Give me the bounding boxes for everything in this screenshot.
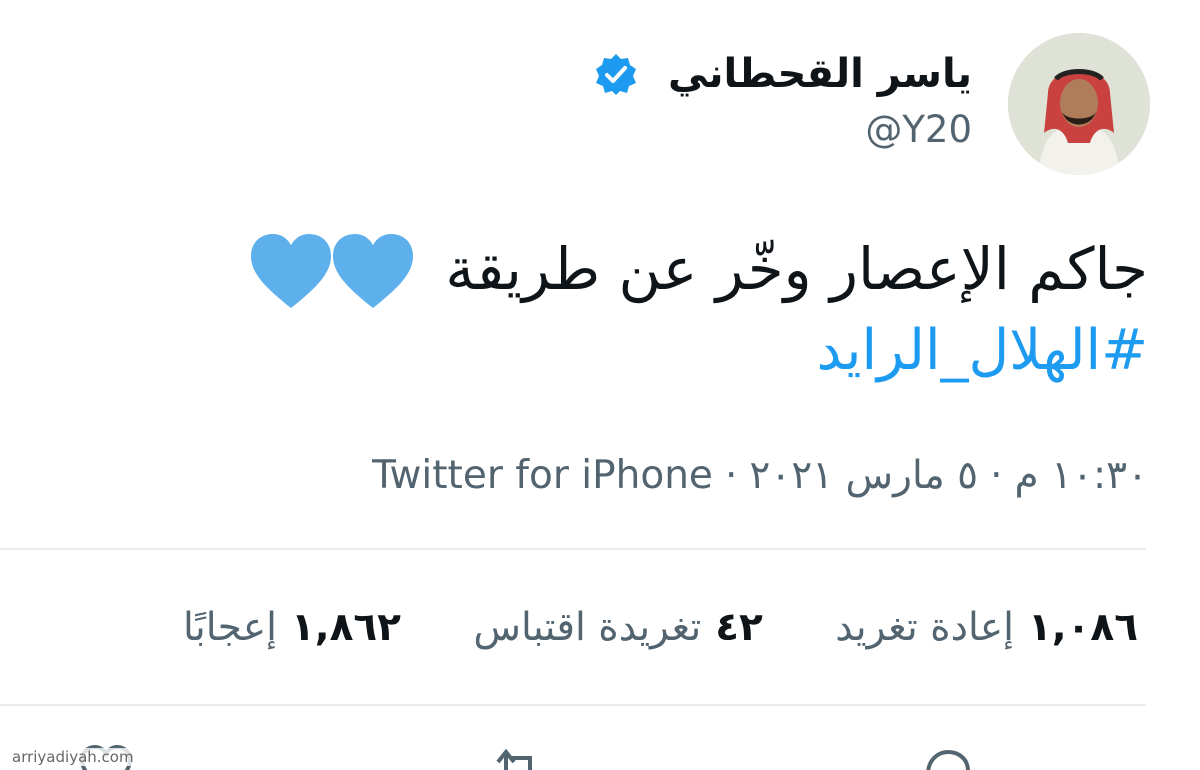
likes-label: إعجابًا bbox=[183, 605, 277, 650]
author-display-name[interactable]: ياسر القحطاني bbox=[668, 44, 972, 104]
retweets-count: ١,٠٨٦ bbox=[1027, 605, 1138, 650]
tweet-hashtag[interactable]: #الهلال_الرايد bbox=[168, 314, 1148, 388]
watermark: arriyadiyah.com bbox=[8, 748, 138, 766]
retweet-icon[interactable] bbox=[490, 744, 546, 770]
tweet-emoji-group bbox=[249, 232, 415, 314]
reply-icon[interactable] bbox=[918, 744, 974, 770]
tweet-body: جاكم الإعصار وخّر عن طريقة #الهلال_الراي… bbox=[168, 226, 1148, 388]
divider bbox=[0, 548, 1146, 550]
author-handle[interactable]: @Y20 bbox=[865, 104, 972, 156]
tweet-stats: ١,٠٨٦ إعادة تغريد ٤٢ تغريدة اقتباس ١,٨٦٢ إع… bbox=[183, 598, 1138, 658]
avatar[interactable] bbox=[1008, 33, 1150, 175]
tweet-time[interactable]: ١٠:٣٠ م bbox=[1015, 453, 1148, 498]
tweet-meta: ١٠:٣٠ م·٥ مارس ٢٠٢١·Twitter for iPhone bbox=[372, 448, 1148, 504]
retweets-stat[interactable]: ١,٠٨٦ إعادة تغريد bbox=[835, 598, 1138, 658]
meta-separator: · bbox=[724, 453, 738, 498]
verified-badge-icon bbox=[596, 54, 636, 95]
divider bbox=[0, 704, 1146, 706]
blue-heart-icon bbox=[250, 233, 413, 308]
tweet-text-line: جاكم الإعصار وخّر عن طريقة bbox=[168, 226, 1148, 314]
tweet-action-bar bbox=[0, 730, 1200, 770]
tweet-date[interactable]: ٥ مارس ٢٠٢١ bbox=[749, 453, 978, 498]
meta-separator: · bbox=[990, 453, 1003, 498]
likes-stat[interactable]: ١,٨٦٢ إعجابًا bbox=[183, 598, 401, 658]
profile-photo-icon bbox=[1008, 33, 1150, 175]
likes-count: ١,٨٦٢ bbox=[290, 605, 401, 650]
tweet-text: جاكم الإعصار وخّر عن طريقة bbox=[445, 235, 1148, 303]
quotes-stat[interactable]: ٤٢ تغريدة اقتباس bbox=[473, 598, 762, 658]
retweets-label: إعادة تغريد bbox=[835, 605, 1014, 650]
tweet-view: ياسر القحطاني @Y20 جاكم الإعصار وخّر عن … bbox=[0, 0, 1200, 770]
quotes-label: تغريدة اقتباس bbox=[473, 605, 702, 650]
quotes-count: ٤٢ bbox=[715, 605, 763, 650]
tweet-source[interactable]: Twitter for iPhone bbox=[372, 453, 713, 498]
